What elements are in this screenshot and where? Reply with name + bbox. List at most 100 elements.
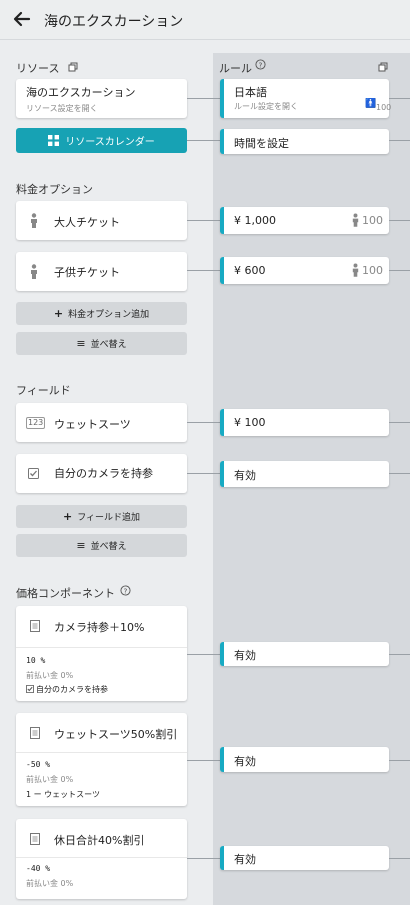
component-value: 10 %	[26, 656, 46, 665]
rule-field-value: 有効	[234, 469, 256, 482]
fields-label: フィールド	[16, 384, 71, 397]
connector-line	[187, 858, 220, 859]
checkbox-icon	[28, 468, 39, 479]
connector-line	[389, 270, 410, 271]
grid-icon	[48, 135, 60, 146]
copy-icon[interactable]	[378, 62, 388, 72]
sort-pricing-button[interactable]: ≡ 並べ替え	[16, 332, 187, 355]
field-item-label: ウェットスーツ	[54, 418, 131, 431]
field-item-wetsuit[interactable]: 123 ウェットスーツ	[16, 403, 187, 442]
divider	[16, 857, 187, 858]
resources-label: リソース	[16, 62, 60, 75]
connector-line	[389, 473, 410, 474]
connector-line	[389, 140, 410, 141]
back-arrow-icon[interactable]	[12, 9, 32, 29]
person-icon	[352, 263, 359, 277]
connector-line	[389, 98, 410, 99]
menu-icon: ≡	[76, 539, 86, 552]
help-icon[interactable]: ?	[120, 585, 131, 596]
connector-line	[389, 760, 410, 761]
components-label: 価格コンポーネント	[16, 587, 115, 600]
page-title: 海のエクスカーション	[44, 14, 184, 30]
connector-line	[187, 220, 220, 221]
rule-field-value: ¥ 100	[234, 416, 266, 429]
rule-price-value: ¥ 600	[234, 264, 266, 277]
component-prepay: 前払い金 0%	[26, 775, 74, 784]
sort-fields-label: 並べ替え	[90, 542, 127, 552]
person-icon	[31, 264, 37, 279]
rule-language-card[interactable]: 日本語 ルール設定を開く 🚹 100	[220, 79, 392, 118]
copy-icon[interactable]	[68, 62, 78, 72]
sort-fields-button[interactable]: ≡ 並べ替え	[16, 534, 187, 557]
rule-field-wetsuit[interactable]: ¥ 100	[220, 409, 389, 436]
rule-language-title: 日本語	[234, 86, 267, 99]
connector-line	[389, 654, 410, 655]
component-prepay: 前払い金 0%	[26, 671, 74, 680]
number-field-icon: 123	[26, 417, 46, 429]
rule-time-card[interactable]: 時間を設定	[220, 129, 389, 154]
field-item-camera[interactable]: 自分のカメラを持参	[16, 454, 187, 493]
resource-card[interactable]: 海のエクスカーション リソース設定を開く	[16, 79, 187, 118]
connector-line	[389, 422, 410, 423]
field-item-label: 自分のカメラを持参	[54, 467, 153, 480]
connector-line	[187, 473, 220, 474]
component-value: -50 %	[26, 760, 51, 769]
component-condition: 1 ー ウェットスーツ	[26, 790, 101, 799]
checkbox-icon	[26, 685, 34, 693]
rule-component-wetsuit[interactable]: 有効	[220, 747, 389, 772]
document-icon	[30, 727, 40, 739]
rule-component-holiday[interactable]: 有効	[220, 846, 389, 870]
connector-line	[187, 422, 220, 423]
pricing-item-child[interactable]: 子供チケット	[16, 252, 187, 291]
divider	[16, 752, 187, 753]
rule-language-count: 100	[376, 103, 392, 112]
component-card-wetsuit[interactable]: ウェットスーツ50%割引 -50 % 前払い金 0% 1 ー ウェットスーツ	[16, 713, 187, 806]
pricing-item-label: 大人チケット	[54, 216, 120, 229]
component-value: -40 %	[26, 864, 51, 873]
component-card-holiday[interactable]: 休日合計40%割引 -40 % 前払い金 0%	[16, 819, 187, 899]
resource-calendar-button[interactable]: リソースカレンダー	[16, 128, 187, 153]
add-pricing-option-label: 料金オプション追加	[68, 310, 150, 320]
connector-line	[389, 858, 410, 859]
add-field-label: フィールド追加	[77, 513, 141, 523]
sort-pricing-label: 並べ替え	[90, 340, 127, 350]
menu-icon: ≡	[76, 337, 86, 350]
component-card-camera[interactable]: カメラ持参＋10% 10 % 前払い金 0% 自分のカメラを持参	[16, 606, 187, 701]
svg-text:?: ?	[124, 586, 128, 595]
connector-line	[187, 654, 220, 655]
component-prepay: 前払い金 0%	[26, 879, 74, 888]
add-field-button[interactable]: + フィールド追加	[16, 505, 187, 528]
rule-component-value: 有効	[234, 755, 256, 768]
rule-price-count: 100	[362, 264, 383, 277]
rules-label: ルール	[219, 62, 252, 75]
rule-component-value: 有効	[234, 853, 256, 866]
rule-price-count: 100	[362, 214, 383, 227]
resource-settings-link[interactable]: リソース設定を開く	[26, 103, 98, 114]
svg-text:?: ?	[259, 60, 263, 69]
document-icon	[30, 620, 40, 632]
help-icon[interactable]: ?	[255, 59, 266, 70]
connector-line	[187, 270, 220, 271]
rule-settings-link[interactable]: ルール設定を開く	[234, 101, 298, 112]
component-title: ウェットスーツ50%割引	[54, 728, 178, 741]
divider	[16, 647, 187, 648]
person-icon	[352, 213, 359, 227]
rule-component-camera[interactable]: 有効	[220, 642, 389, 666]
resource-calendar-label: リソースカレンダー	[65, 137, 155, 148]
rule-price-value: ¥ 1,000	[234, 214, 276, 227]
rule-component-value: 有効	[234, 649, 256, 662]
rule-field-camera[interactable]: 有効	[220, 461, 389, 487]
plus-icon: +	[53, 307, 64, 320]
add-pricing-option-button[interactable]: + 料金オプション追加	[16, 302, 187, 325]
rule-price-child[interactable]: ¥ 600 100	[220, 257, 389, 284]
connector-line	[187, 98, 220, 99]
connector-line	[389, 220, 410, 221]
rule-price-adult[interactable]: ¥ 1,000 100	[220, 207, 389, 234]
pricing-item-adult[interactable]: 大人チケット	[16, 201, 187, 240]
pricing-item-label: 子供チケット	[54, 266, 120, 279]
connector-line	[187, 140, 220, 141]
plus-icon: +	[62, 510, 73, 523]
component-title: 休日合計40%割引	[54, 834, 145, 847]
person-icon: 🚹	[365, 99, 377, 109]
pricing-label: 料金オプション	[16, 183, 93, 196]
